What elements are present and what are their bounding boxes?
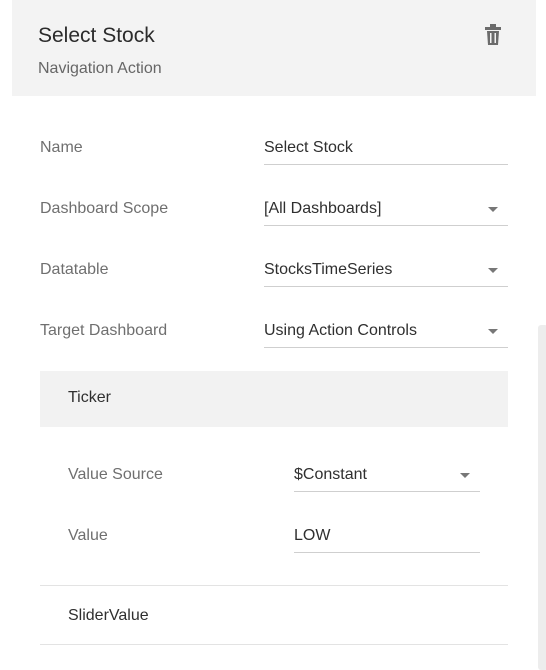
navigation-action-panel: Select Stock Navigation Action Name Sele… <box>12 0 546 670</box>
name-field[interactable]: Select Stock <box>264 135 508 165</box>
vertical-scrollbar[interactable] <box>538 325 546 670</box>
trash-icon[interactable] <box>484 24 502 46</box>
dashboard-scope-dropdown[interactable]: [All Dashboards] <box>264 196 508 226</box>
target-dashboard-value: Using Action Controls <box>264 322 417 339</box>
chevron-down-icon <box>488 268 498 273</box>
datatable-label: Datatable <box>40 261 109 278</box>
target-dashboard-dropdown[interactable]: Using Action Controls <box>264 318 508 348</box>
value-field[interactable]: LOW <box>294 523 480 553</box>
slider-value-parameter-title[interactable]: SliderValue <box>68 607 149 625</box>
ticker-parameter-title: Ticker <box>68 389 111 406</box>
panel-header: Select Stock Navigation Action <box>12 0 536 96</box>
dashboard-scope-label: Dashboard Scope <box>40 200 169 217</box>
dashboard-scope-value: [All Dashboards] <box>264 200 382 217</box>
ticker-parameter-header[interactable]: Ticker <box>40 371 508 427</box>
datatable-value: StocksTimeSeries <box>264 261 393 278</box>
value-value: LOW <box>294 527 331 544</box>
action-title: Select Stock <box>38 24 155 47</box>
value-source-value: $Constant <box>294 466 367 483</box>
chevron-down-icon <box>460 473 470 478</box>
name-value: Select Stock <box>264 139 353 156</box>
value-source-dropdown[interactable]: $Constant <box>294 462 480 492</box>
name-label: Name <box>40 139 83 156</box>
datatable-dropdown[interactable]: StocksTimeSeries <box>264 257 508 287</box>
value-source-label: Value Source <box>68 466 163 483</box>
action-type-subtitle: Navigation Action <box>38 60 162 77</box>
chevron-down-icon <box>488 329 498 334</box>
value-label: Value <box>68 527 108 544</box>
target-dashboard-label: Target Dashboard <box>40 322 168 339</box>
section-divider <box>40 585 508 586</box>
section-divider <box>40 644 508 645</box>
chevron-down-icon <box>488 207 498 212</box>
